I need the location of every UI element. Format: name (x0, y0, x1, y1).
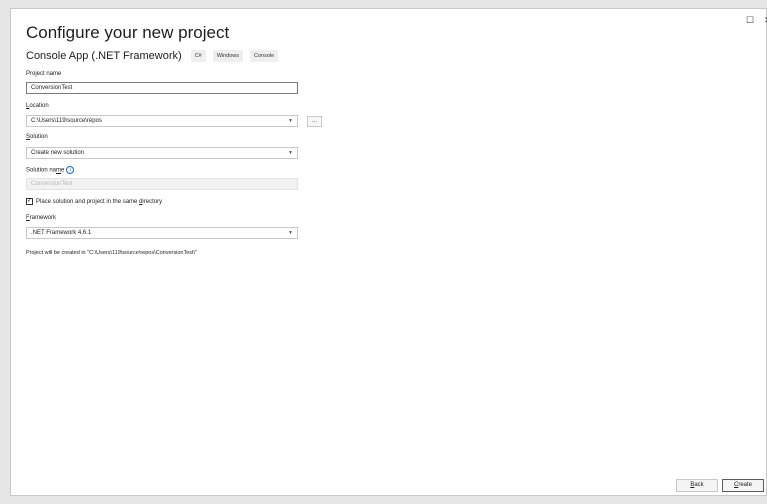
project-name-input[interactable]: ConversionTest (26, 82, 298, 94)
solution-name-value: ConversionTest (31, 181, 73, 187)
tag-project-type: Console (250, 50, 279, 62)
solution-label: Solution (26, 134, 48, 140)
create-button[interactable]: Create (722, 479, 764, 492)
same-directory-option[interactable]: ✓ Place solution and project in the same… (26, 198, 162, 205)
solution-value: Create new solution (31, 150, 85, 156)
configure-project-dialog: ☐ ✕ Configure your new project Console A… (10, 8, 767, 496)
page-title: Configure your new project (26, 23, 230, 42)
info-icon[interactable]: i (66, 166, 75, 174)
solution-dropdown[interactable]: Create new solution ▼ (26, 147, 298, 159)
chevron-down-icon: ▼ (288, 230, 293, 236)
solution-name-input: ConversionTest (26, 178, 298, 190)
framework-dropdown[interactable]: .NET Framework 4.6.1 ▼ (26, 227, 298, 239)
location-dropdown[interactable]: C:\Users\119\source\repos ▼ (26, 115, 298, 127)
template-name: Console App (.NET Framework) (26, 50, 182, 62)
project-location-note: Project will be created in "C:\Users\119… (26, 250, 198, 256)
project-name-value: ConversionTest (31, 85, 73, 91)
tag-platform: Windows (212, 50, 244, 62)
maximize-icon[interactable]: ☐ (746, 15, 754, 26)
chevron-down-icon: ▼ (288, 118, 293, 124)
location-value: C:\Users\119\source\repos (31, 118, 102, 124)
browse-button[interactable]: ... (307, 116, 322, 127)
project-name-label: Project name (26, 71, 62, 77)
chevron-down-icon: ▼ (288, 150, 293, 156)
solution-name-label: Solution name i (26, 166, 75, 174)
framework-value: .NET Framework 4.6.1 (31, 230, 92, 236)
framework-label: Framework (26, 215, 57, 221)
checkmark-icon[interactable]: ✓ (26, 198, 33, 205)
tag-language: C# (190, 50, 206, 62)
location-label: Location (26, 103, 49, 109)
same-directory-label: Place solution and project in the same d… (36, 198, 163, 205)
project-template-header: Console App (.NET Framework) C# Windows … (26, 50, 279, 62)
back-button[interactable]: Back (676, 479, 718, 492)
